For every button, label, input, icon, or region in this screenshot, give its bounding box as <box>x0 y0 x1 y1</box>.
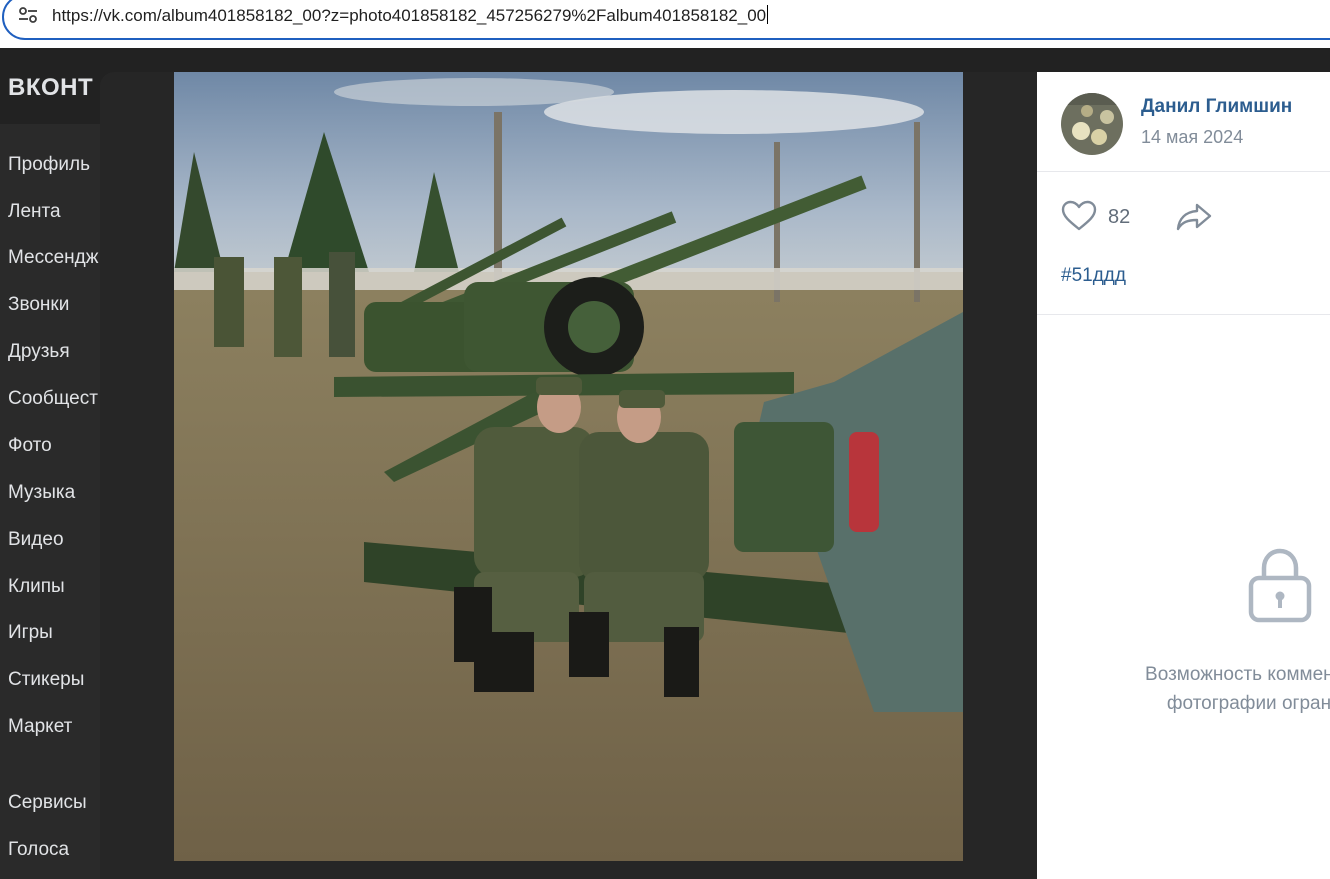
address-bar[interactable]: https://vk.com/album401858182_00?z=photo… <box>2 0 1330 40</box>
heart-icon[interactable] <box>1061 200 1097 232</box>
lock-icon <box>1248 548 1312 623</box>
sidebar-item-games[interactable]: Игры <box>8 622 53 644</box>
divider <box>1037 171 1330 172</box>
tune-icon[interactable] <box>17 6 39 24</box>
sidebar-item-music[interactable]: Музыка <box>8 482 75 504</box>
sidebar-item-profile[interactable]: Профиль <box>8 154 90 176</box>
viewer-photo[interactable] <box>174 72 963 861</box>
sidebar-item-friends[interactable]: Друзья <box>8 341 70 363</box>
text-caret <box>767 5 769 24</box>
comments-disabled-line1: Возможность комменти <box>1145 664 1330 685</box>
post-date[interactable]: 14 мая 2024 <box>1141 127 1243 148</box>
like-count[interactable]: 82 <box>1108 206 1130 229</box>
comments-disabled-line2: фотографии огран <box>1166 693 1330 714</box>
comments-disabled-notice: Возможность комменти фотографии огран <box>1099 660 1330 718</box>
share-icon[interactable] <box>1175 201 1213 233</box>
sidebar-item-services[interactable]: Сервисы <box>8 792 87 814</box>
sidebar-item-video[interactable]: Видео <box>8 529 64 551</box>
sidebar-item-market[interactable]: Маркет <box>8 716 72 738</box>
sidebar-item-messenger[interactable]: Мессендж <box>8 247 98 269</box>
photo-info-panel: Данил Глимшин 14 мая 2024 82 #51ддд Возм… <box>1037 72 1330 879</box>
sidebar-item-clips[interactable]: Клипы <box>8 576 65 598</box>
vk-logo[interactable]: ВКОНТ <box>8 74 93 102</box>
divider <box>1037 314 1330 315</box>
sidebar-item-stickers[interactable]: Стикеры <box>8 669 84 691</box>
avatar[interactable] <box>1061 93 1123 155</box>
url-text[interactable]: https://vk.com/album401858182_00?z=photo… <box>52 5 769 26</box>
sidebar-item-feed[interactable]: Лента <box>8 201 61 223</box>
hashtag-link[interactable]: #51ддд <box>1061 265 1126 287</box>
sidebar-item-calls[interactable]: Звонки <box>8 294 69 316</box>
photo-image <box>174 72 963 861</box>
sidebar-item-communities[interactable]: Сообщест <box>8 388 98 410</box>
sidebar-item-votes[interactable]: Голоса <box>8 839 69 861</box>
author-name[interactable]: Данил Глимшин <box>1141 96 1292 118</box>
sidebar-item-photos[interactable]: Фото <box>8 435 52 457</box>
browser-toolbar: https://vk.com/album401858182_00?z=photo… <box>0 0 1330 48</box>
